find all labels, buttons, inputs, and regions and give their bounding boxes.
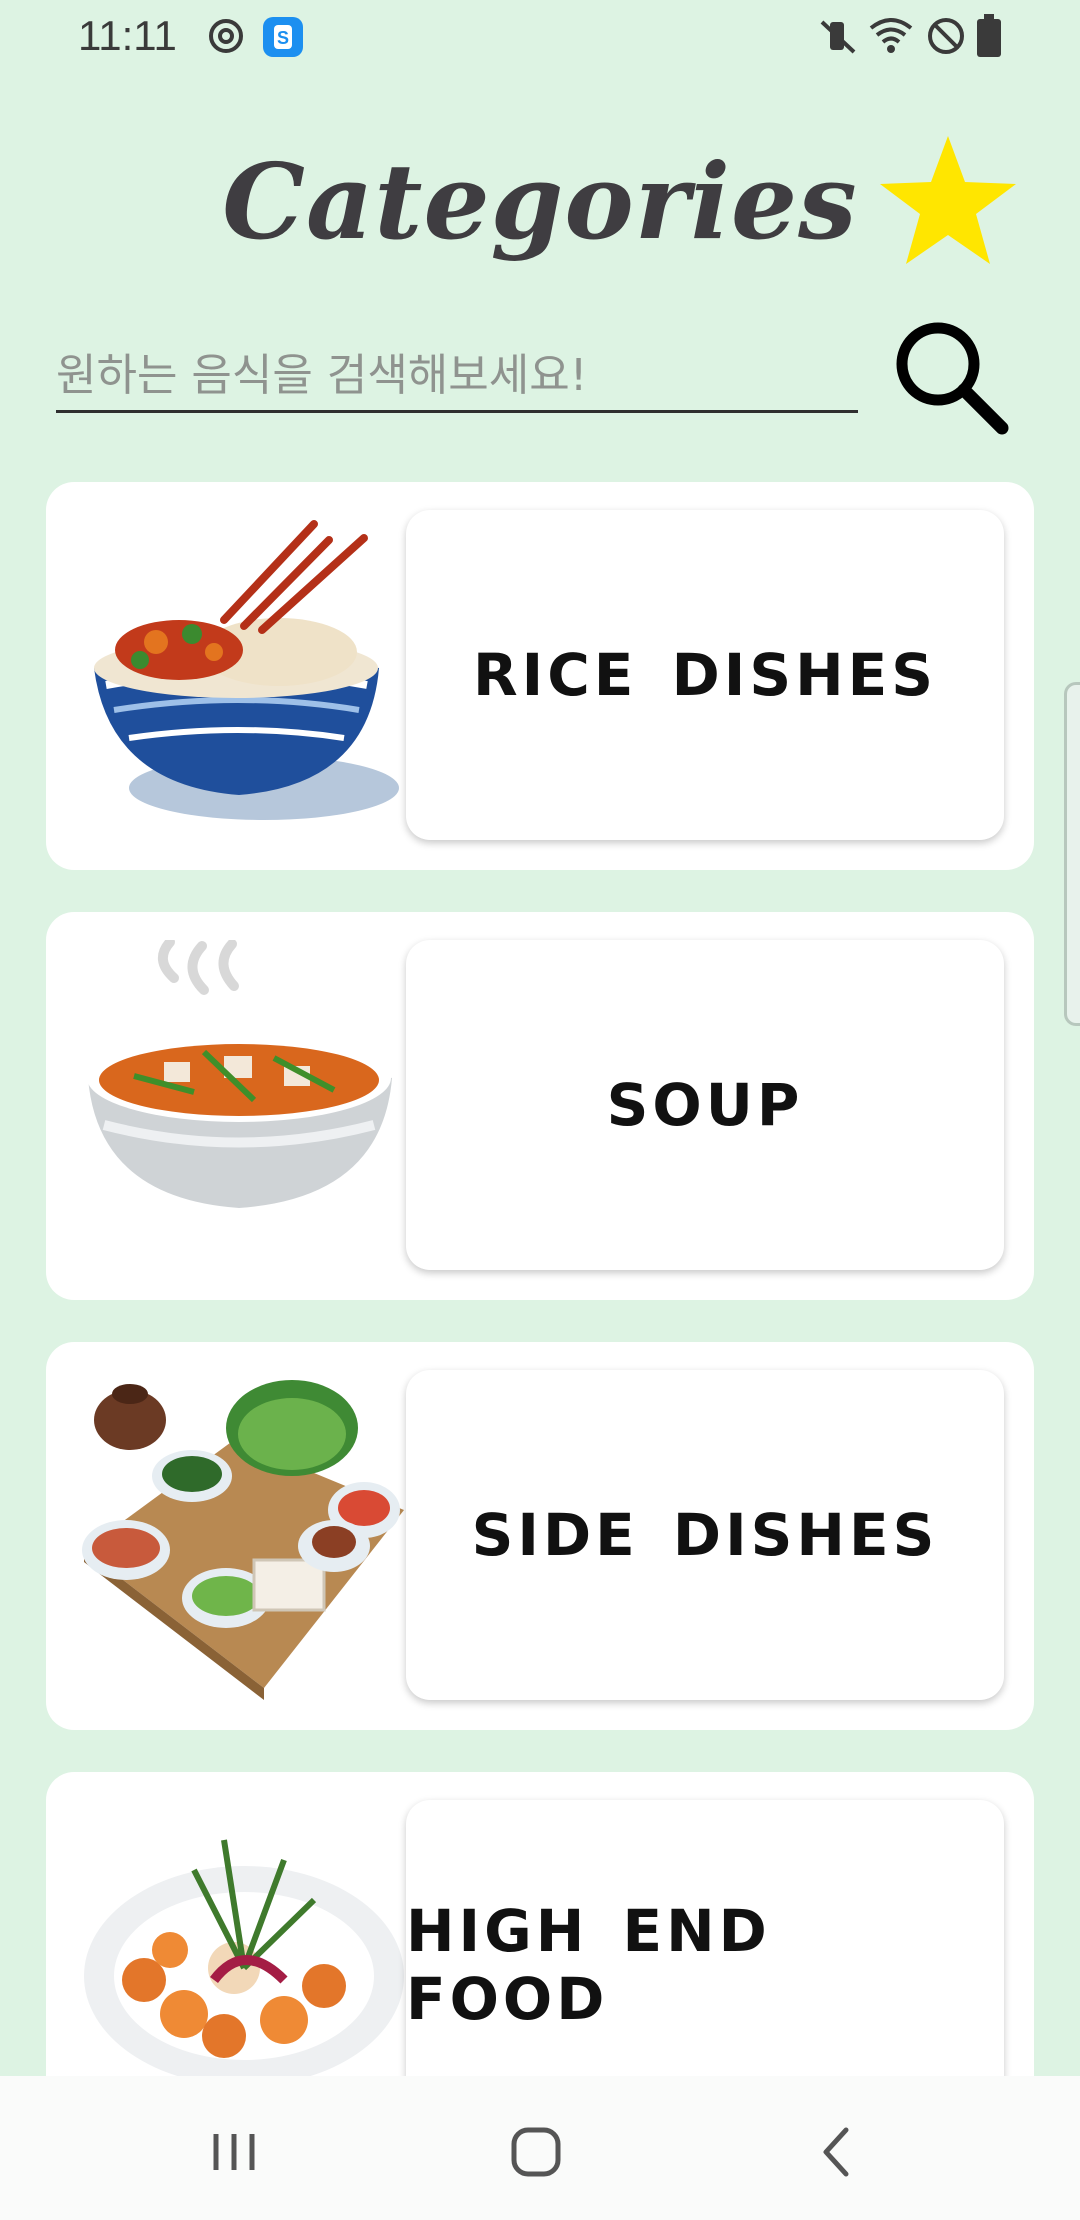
status-time: 11:11 xyxy=(78,12,177,59)
category-label: SOUP xyxy=(606,1071,804,1139)
category-label: RICE DISHES xyxy=(472,641,938,709)
category-label-box: SOUP xyxy=(406,940,1004,1270)
category-label: SIDE DISHES xyxy=(471,1501,939,1569)
search-input[interactable] xyxy=(56,340,858,413)
category-label-box: RICE DISHES xyxy=(406,510,1004,840)
soup-bowl-image xyxy=(87,940,392,1208)
system-nav-bar xyxy=(0,2076,1080,2220)
home-icon[interactable] xyxy=(496,2112,576,2192)
rice-bowl-image xyxy=(94,520,399,820)
s-app-icon: S xyxy=(263,17,303,57)
category-card-side-dishes[interactable]: SIDE DISHES xyxy=(46,1342,1034,1730)
battery-icon xyxy=(977,14,1001,57)
search-bar xyxy=(56,312,858,432)
scrollbar-thumb[interactable] xyxy=(1064,682,1080,1026)
svg-text:S: S xyxy=(277,28,289,48)
category-label: HIGH END FOOD xyxy=(406,1897,771,2033)
mute-vibrate-icon xyxy=(820,20,856,54)
do-not-disturb-icon xyxy=(928,18,964,54)
category-card-soup[interactable]: SOUP xyxy=(46,912,1034,1300)
star-icon[interactable] xyxy=(878,134,1018,266)
wifi-icon xyxy=(869,18,913,53)
status-bar: 11:11 S xyxy=(0,0,1080,72)
side-dishes-tray-image xyxy=(82,1380,404,1700)
category-label-box: SIDE DISHES xyxy=(406,1370,1004,1700)
shrimp-platter-image xyxy=(84,1839,404,2086)
category-card-rice-dishes[interactable]: RICE DISHES xyxy=(46,482,1034,870)
magnifier-icon[interactable] xyxy=(884,312,1014,442)
sync-icon xyxy=(209,19,243,53)
recent-apps-icon[interactable] xyxy=(194,2112,274,2192)
back-icon[interactable] xyxy=(798,2112,878,2192)
